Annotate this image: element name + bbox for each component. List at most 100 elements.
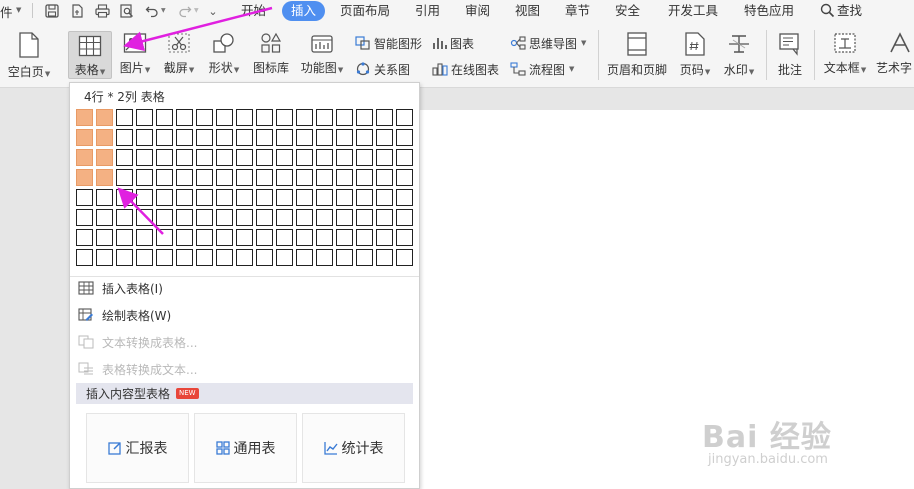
table-grid-cell[interactable] [356, 169, 373, 186]
table-grid-cell[interactable] [356, 109, 373, 126]
picture-button[interactable]: 图片▼ [115, 32, 155, 86]
table-grid-cell[interactable] [196, 229, 213, 246]
tab-security[interactable]: 安全 [615, 1, 640, 21]
table-grid-cell[interactable] [176, 189, 193, 206]
table-grid-cell[interactable] [336, 149, 353, 166]
table-grid-cell[interactable] [216, 209, 233, 226]
table-grid-cell[interactable] [276, 229, 293, 246]
function-chart-button[interactable]: 功能图▼ [298, 32, 346, 86]
table-grid-cell[interactable] [376, 169, 393, 186]
table-grid-cell[interactable] [116, 129, 133, 146]
table-grid-cell[interactable] [136, 229, 153, 246]
table-grid-cell[interactable] [276, 149, 293, 166]
table-grid-cell[interactable] [316, 149, 333, 166]
table-grid-cell[interactable] [176, 209, 193, 226]
table-grid-cell[interactable] [196, 109, 213, 126]
table-grid-cell[interactable] [276, 109, 293, 126]
table-grid-cell[interactable] [396, 109, 413, 126]
table-grid-cell[interactable] [276, 129, 293, 146]
table-grid-cell[interactable] [76, 169, 93, 186]
table-grid-cell[interactable] [196, 189, 213, 206]
table-grid-cell[interactable] [116, 109, 133, 126]
table-grid-cell[interactable] [256, 209, 273, 226]
report-table-template[interactable]: 汇报表 [86, 413, 189, 483]
table-grid-cell[interactable] [396, 149, 413, 166]
tab-references[interactable]: 引用 [415, 1, 440, 21]
table-grid-cell[interactable] [316, 249, 333, 266]
table-grid-cell[interactable] [96, 189, 113, 206]
table-grid-cell[interactable] [356, 249, 373, 266]
icon-library-button[interactable]: 图标库 [250, 32, 292, 86]
table-grid-cell[interactable] [256, 109, 273, 126]
table-grid-cell[interactable] [376, 209, 393, 226]
blank-page-button[interactable]: 空白页▼ [0, 32, 58, 86]
table-grid-cell[interactable] [216, 189, 233, 206]
table-grid-cell[interactable] [196, 209, 213, 226]
table-grid-cell[interactable] [136, 149, 153, 166]
table-grid-cell[interactable] [276, 249, 293, 266]
table-grid-cell[interactable] [116, 149, 133, 166]
table-grid-cell[interactable] [276, 169, 293, 186]
table-grid-cell[interactable] [176, 149, 193, 166]
table-grid-cell[interactable] [136, 209, 153, 226]
save-icon[interactable] [43, 2, 61, 20]
table-grid-cell[interactable] [236, 169, 253, 186]
table-grid-cell[interactable] [296, 109, 313, 126]
table-grid-cell[interactable] [96, 249, 113, 266]
comment-button[interactable]: 批注 [772, 32, 808, 86]
table-grid-cell[interactable] [396, 209, 413, 226]
table-grid-cell[interactable] [316, 229, 333, 246]
table-grid-cell[interactable] [376, 229, 393, 246]
table-grid-cell[interactable] [336, 169, 353, 186]
table-grid-cell[interactable] [256, 189, 273, 206]
mind-map-button[interactable]: 思维导图 ▼ [510, 34, 586, 52]
table-grid-cell[interactable] [356, 129, 373, 146]
table-grid-cell[interactable] [296, 249, 313, 266]
table-grid-cell[interactable] [376, 149, 393, 166]
tab-find[interactable]: 查找 [837, 1, 862, 21]
table-grid-cell[interactable] [156, 149, 173, 166]
table-grid-cell[interactable] [156, 129, 173, 146]
redo-dropdown-icon[interactable]: ▼ [194, 7, 199, 14]
table-grid-cell[interactable] [276, 209, 293, 226]
table-grid-cell[interactable] [316, 109, 333, 126]
table-grid-cell[interactable] [396, 229, 413, 246]
tab-developer[interactable]: 开发工具 [668, 1, 718, 21]
table-grid-cell[interactable] [256, 149, 273, 166]
table-grid-cell[interactable] [156, 189, 173, 206]
table-grid-cell[interactable] [376, 109, 393, 126]
screenshot-button[interactable]: 截屏▼ [159, 32, 199, 86]
redo-icon[interactable] [176, 2, 194, 20]
export-pdf-icon[interactable] [68, 2, 86, 20]
page-number-button[interactable]: 页码▼ [676, 32, 714, 86]
flowchart-button[interactable]: 流程图 ▼ [510, 60, 574, 78]
art-text-button[interactable]: 艺术字 [876, 32, 914, 86]
table-grid-cell[interactable] [236, 189, 253, 206]
file-menu-partial[interactable]: 件 [0, 2, 13, 21]
table-grid-cell[interactable] [336, 209, 353, 226]
table-grid-cell[interactable] [236, 249, 253, 266]
relation-chart-button[interactable]: 关系图 [355, 60, 410, 78]
table-grid-cell[interactable] [176, 249, 193, 266]
table-grid-cell[interactable] [356, 209, 373, 226]
table-grid-cell[interactable] [316, 209, 333, 226]
table-grid-cell[interactable] [296, 189, 313, 206]
table-grid-cell[interactable] [76, 249, 93, 266]
table-grid-cell[interactable] [296, 229, 313, 246]
table-grid-cell[interactable] [216, 229, 233, 246]
table-grid-cell[interactable] [256, 229, 273, 246]
table-grid-cell[interactable] [76, 209, 93, 226]
table-grid-cell[interactable] [276, 189, 293, 206]
table-grid-cell[interactable] [216, 149, 233, 166]
table-grid-cell[interactable] [156, 109, 173, 126]
table-grid-cell[interactable] [336, 109, 353, 126]
table-grid-cell[interactable] [236, 149, 253, 166]
table-size-grid[interactable] [76, 109, 413, 266]
table-grid-cell[interactable] [76, 109, 93, 126]
table-grid-cell[interactable] [336, 189, 353, 206]
table-grid-cell[interactable] [96, 109, 113, 126]
table-grid-cell[interactable] [256, 169, 273, 186]
table-grid-cell[interactable] [76, 189, 93, 206]
table-grid-cell[interactable] [156, 169, 173, 186]
tab-chapter[interactable]: 章节 [565, 1, 590, 21]
